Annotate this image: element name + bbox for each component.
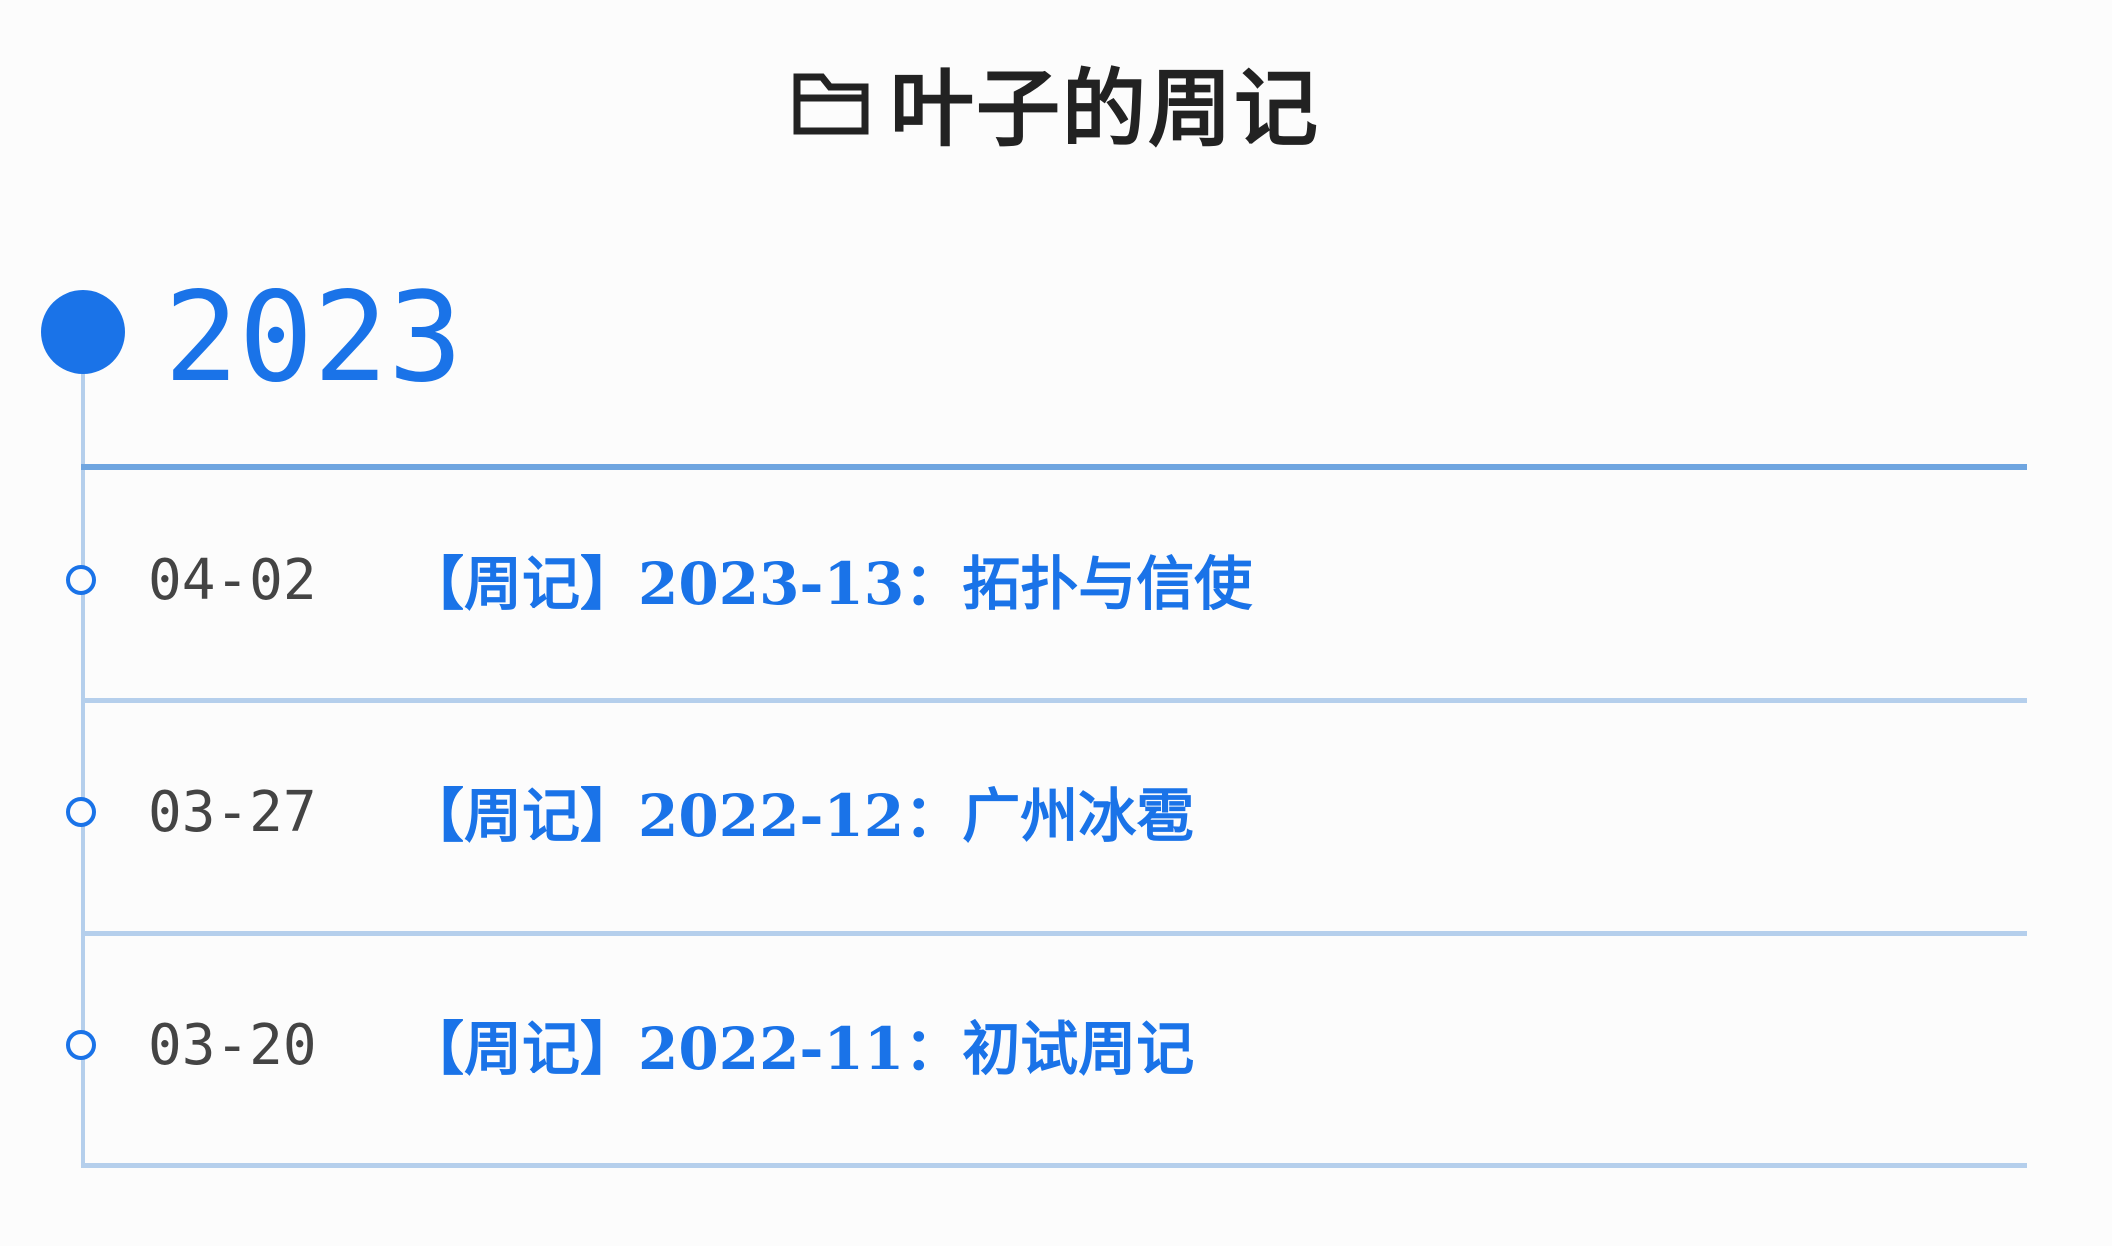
year-marker-dot bbox=[41, 290, 125, 374]
year-heading: 2023 bbox=[164, 266, 463, 410]
folder-icon bbox=[792, 67, 870, 137]
row-divider bbox=[81, 1163, 2027, 1168]
timeline-node bbox=[66, 565, 96, 595]
post-title-link[interactable]: 【周记】2022-11：初试周记 bbox=[406, 1011, 1194, 1087]
timeline-node bbox=[66, 1030, 96, 1060]
post-date: 03-20 bbox=[148, 1013, 317, 1078]
timeline-post-row: 03-20 【周记】2022-11：初试周记 bbox=[0, 935, 2112, 1168]
timeline-post-row: 03-27 【周记】2022-12：广州冰雹 bbox=[0, 703, 2112, 936]
timeline-node bbox=[66, 797, 96, 827]
timeline-post-row: 04-02 【周记】2023-13：拓扑与信使 bbox=[0, 470, 2112, 703]
page-title: 叶子的周记 bbox=[889, 58, 1320, 158]
post-title-link[interactable]: 【周记】2023-13：拓扑与信使 bbox=[406, 546, 1252, 622]
post-date: 03-27 bbox=[148, 780, 317, 845]
page-header: 叶子的周记 bbox=[0, 42, 2112, 162]
post-date: 04-02 bbox=[148, 548, 317, 613]
post-title-link[interactable]: 【周记】2022-12：广州冰雹 bbox=[406, 778, 1194, 854]
